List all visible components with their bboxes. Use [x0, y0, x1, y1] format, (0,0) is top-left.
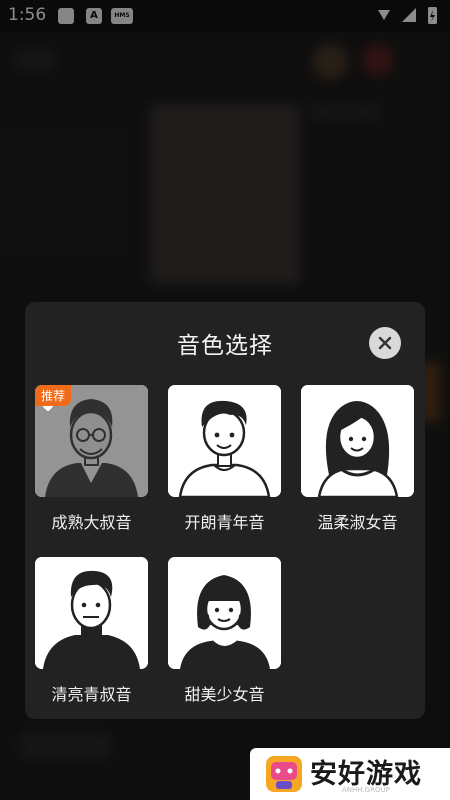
voice-select-dialog: 音色选择 推荐 成熟大叔音 开朗青年音 温柔淑女音 清亮青叔音 甜美少女音: [25, 302, 425, 719]
girl-bob-hair-avatar-icon: [168, 557, 281, 669]
voice-avatar: [168, 385, 281, 497]
voice-option-clear-uncle[interactable]: 清亮青叔音: [35, 557, 148, 705]
voice-option-cheerful-youth[interactable]: 开朗青年音: [168, 385, 281, 533]
man-turtleneck-avatar-icon: [35, 557, 148, 669]
voice-label: 成熟大叔音: [51, 513, 132, 532]
close-button[interactable]: [369, 327, 401, 359]
voice-label: 清亮青叔音: [51, 685, 132, 704]
voice-option-gentle-lady[interactable]: 温柔淑女音: [301, 385, 414, 533]
close-icon: [378, 336, 392, 350]
voice-label: 温柔淑女音: [317, 513, 398, 532]
young-man-avatar-icon: [168, 385, 281, 497]
site-watermark-logo: 安好游戏 ANHH.GROUP: [250, 748, 450, 800]
watermark-subtext: ANHH.GROUP: [342, 786, 390, 794]
voice-label: 甜美少女音: [184, 685, 265, 704]
voice-avatar: [35, 557, 148, 669]
voice-avatar: [301, 385, 414, 497]
woman-long-hair-avatar-icon: [301, 385, 414, 497]
voice-avatar: 推荐: [35, 385, 148, 497]
dialog-title: 音色选择: [177, 333, 273, 359]
gamepad-logo-icon: [266, 756, 302, 792]
voice-avatar: [168, 557, 281, 669]
recommend-badge: 推荐: [35, 385, 72, 406]
voice-option-sweet-girl[interactable]: 甜美少女音: [168, 557, 281, 705]
voice-label: 开朗青年音: [184, 513, 265, 532]
voice-option-mature-uncle[interactable]: 推荐 成熟大叔音: [35, 385, 148, 533]
